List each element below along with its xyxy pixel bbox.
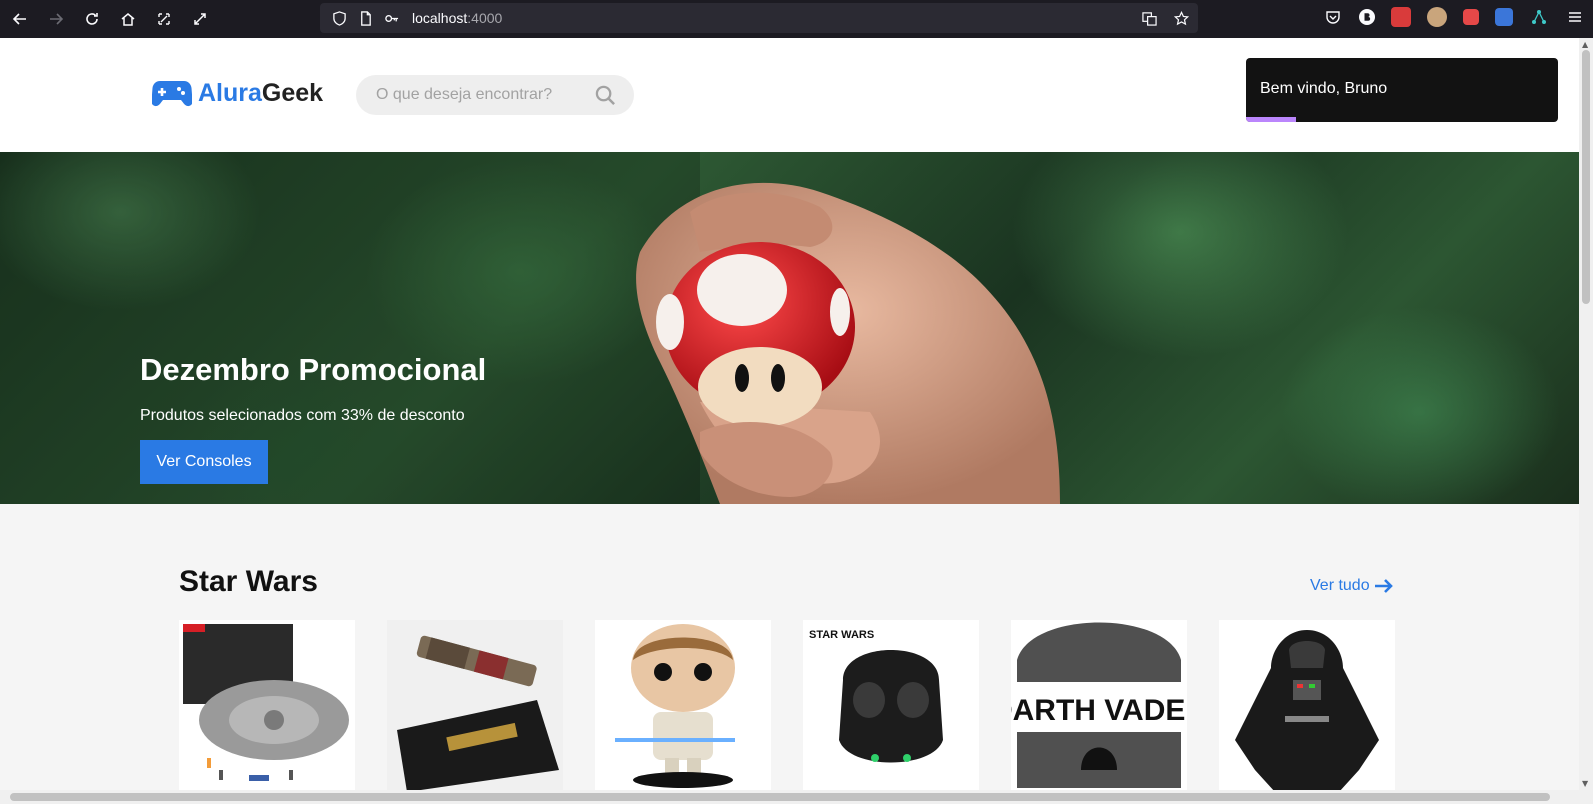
logo-text-alura: Alura [198, 78, 262, 107]
arrow-right-icon [1374, 579, 1393, 593]
logo[interactable]: AluraGeek [152, 78, 323, 108]
hero-title: Dezembro Promocional [140, 352, 487, 387]
site-header: AluraGeek Bem vindo, Bruno [0, 38, 1579, 152]
home-icon[interactable] [110, 1, 146, 37]
beanie-image: DARTH VADER [1011, 620, 1187, 792]
toast-message: Bem vindo, Bruno [1260, 80, 1388, 97]
beanie-text: DARTH VADER [1011, 694, 1187, 727]
lightsaber-image [387, 620, 563, 792]
vader-costume-image [1219, 620, 1395, 792]
network-extension-icon[interactable] [1529, 7, 1549, 27]
extensions-toolbar [1323, 7, 1585, 27]
scroll-down-icon[interactable]: ▼ [1582, 779, 1588, 788]
browser-toolbar: localhost:4000 [0, 0, 1593, 38]
logo-text: AluraGeek [198, 79, 323, 108]
reload-icon[interactable] [74, 1, 110, 37]
lego-falcon-image [179, 620, 355, 792]
toast-progress-bar [1246, 117, 1296, 122]
search-input[interactable] [376, 86, 586, 104]
fullscreen-icon[interactable] [182, 1, 218, 37]
horizontal-scrollbar[interactable] [0, 790, 1593, 804]
product-card[interactable]: DARTH VADER [1011, 620, 1187, 792]
key-icon[interactable] [382, 9, 400, 27]
search-bar [356, 75, 634, 115]
menu-icon[interactable] [1565, 7, 1585, 27]
horizontal-scroll-thumb[interactable] [10, 793, 1550, 801]
vertical-scrollbar[interactable]: ▲ ▼ [1579, 38, 1593, 790]
shield-icon[interactable] [330, 9, 348, 27]
helmet-image: STAR WARS [803, 620, 979, 792]
welcome-toast[interactable]: Bem vindo, Bruno [1246, 58, 1558, 122]
see-consoles-button[interactable]: Ver Consoles [140, 440, 268, 484]
url-host: localhost [412, 10, 468, 26]
product-card[interactable] [1219, 620, 1395, 792]
logo-text-geek: Geek [261, 78, 324, 107]
translate-icon[interactable] [1140, 9, 1158, 27]
product-card[interactable] [179, 620, 355, 792]
search-icon[interactable] [595, 85, 616, 106]
see-all-link[interactable]: Ver tudo [1310, 577, 1394, 595]
vertical-scroll-thumb[interactable] [1582, 50, 1590, 304]
section-title: Star Wars [179, 565, 318, 598]
red-extension-icon[interactable] [1391, 7, 1411, 27]
translate-extension-icon[interactable] [1495, 8, 1513, 26]
url-text: localhost:4000 [412, 10, 502, 26]
pocket-icon[interactable] [1323, 7, 1343, 27]
forward-icon[interactable] [38, 1, 74, 37]
product-card[interactable]: STAR WARS [803, 620, 979, 792]
pdf-extension-icon[interactable] [1463, 9, 1479, 25]
bookmark-star-icon[interactable] [1172, 9, 1190, 27]
scroll-up-icon[interactable]: ▲ [1582, 40, 1588, 49]
back-icon[interactable] [2, 1, 38, 37]
screenshot-icon[interactable] [146, 1, 182, 37]
hero-banner: Dezembro Promocional Produtos selecionad… [0, 152, 1579, 504]
product-card[interactable] [387, 620, 563, 792]
product-list: STAR WARS DARTH VADER [179, 620, 1395, 792]
funko-luke-image [595, 620, 771, 792]
product-card[interactable] [595, 620, 771, 792]
helmet-brand-label: STAR WARS [809, 629, 874, 641]
page-icon[interactable] [356, 9, 374, 27]
address-bar[interactable]: localhost:4000 [320, 3, 1198, 33]
gamepad-icon [152, 81, 192, 107]
b-extension-icon[interactable] [1359, 9, 1375, 25]
see-all-label: Ver tudo [1310, 577, 1370, 594]
hero-subtitle: Produtos selecionados com 33% de descont… [140, 407, 465, 424]
url-port: :4000 [467, 10, 503, 26]
avatar-extension-icon[interactable] [1427, 7, 1447, 27]
